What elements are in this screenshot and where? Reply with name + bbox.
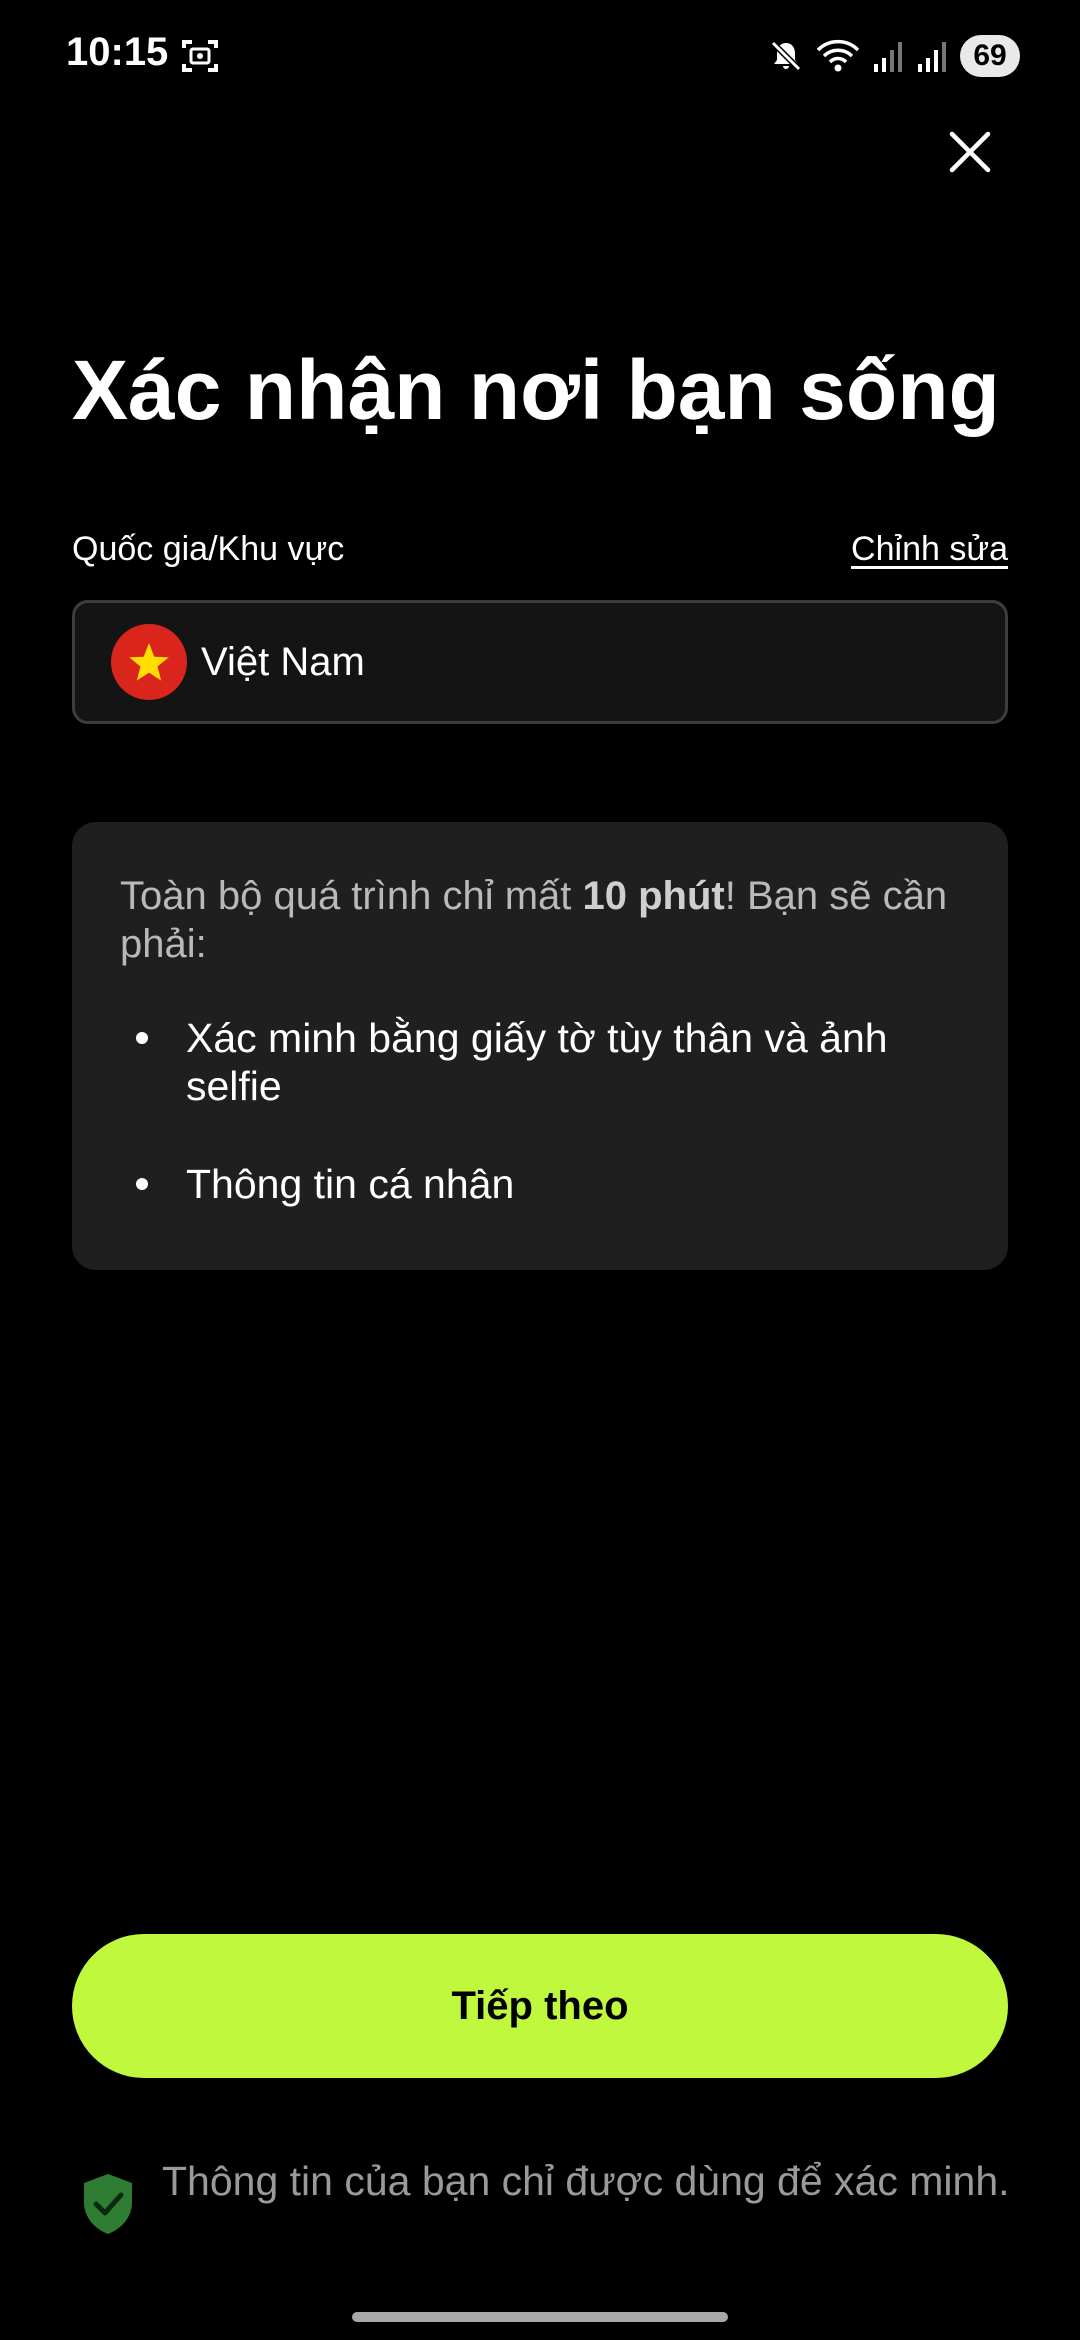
page-title: Xác nhận nơi bạn sống [72, 343, 1000, 437]
country-value: Việt Nam [201, 639, 365, 684]
home-indicator[interactable] [352, 2312, 728, 2322]
shield-check-icon [80, 2172, 136, 2236]
bullet-icon [136, 1032, 148, 1044]
info-card: Toàn bộ quá trình chỉ mất 10 phút! Bạn s… [72, 822, 1008, 1270]
privacy-note: Thông tin của bạn chỉ được dùng để xác m… [80, 2156, 1010, 2236]
list-item-label: Thông tin cá nhân [186, 1161, 515, 1207]
info-intro: Toàn bộ quá trình chỉ mất 10 phút! Bạn s… [120, 872, 960, 968]
status-icons: 69 [768, 32, 1020, 80]
list-item: Xác minh bằng giấy tờ tùy thân và ảnh se… [120, 1014, 960, 1110]
privacy-text: Thông tin của bạn chỉ được dùng để xác m… [162, 2158, 1010, 2204]
screenshot-icon [180, 36, 220, 76]
requirements-list: Xác minh bằng giấy tờ tùy thân và ảnh se… [120, 1014, 960, 1208]
close-button[interactable] [940, 122, 1000, 182]
edit-country-link[interactable]: Chỉnh sửa [851, 530, 1008, 569]
country-label: Quốc gia/Khu vực [72, 530, 345, 568]
status-bar: 10:15 69 [0, 0, 1080, 110]
status-time: 10:15 [66, 30, 169, 74]
next-button[interactable]: Tiếp theo [72, 1934, 1008, 2078]
battery-indicator: 69 [960, 35, 1020, 77]
info-duration: 10 phút [582, 874, 725, 918]
info-intro-text: Toàn bộ quá trình chỉ mất [120, 874, 583, 918]
wifi-icon [816, 38, 860, 74]
signal-icon [916, 38, 948, 74]
signal-icon [872, 38, 904, 74]
list-item-label: Xác minh bằng giấy tờ tùy thân và ảnh se… [186, 1015, 888, 1109]
vietnam-flag-icon [111, 624, 187, 700]
close-icon [949, 131, 991, 173]
bullet-icon [136, 1178, 148, 1190]
mute-icon [768, 38, 804, 74]
country-field[interactable]: Việt Nam [72, 600, 1008, 724]
list-item: Thông tin cá nhân [120, 1160, 960, 1208]
